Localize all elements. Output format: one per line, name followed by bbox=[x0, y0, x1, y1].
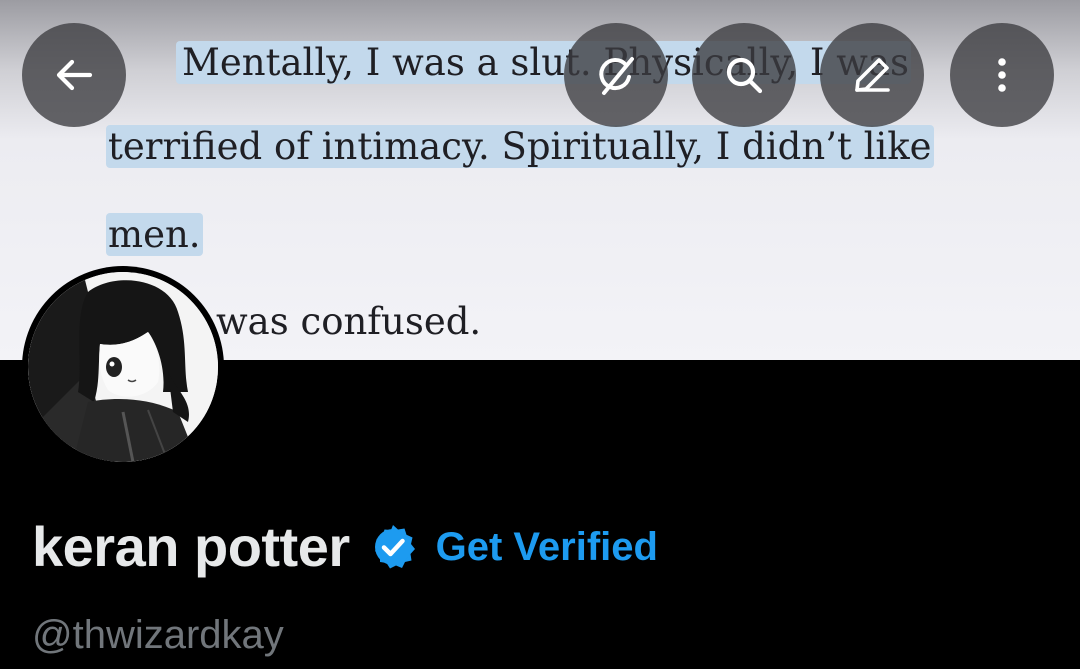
arrow-left-icon bbox=[56, 59, 93, 91]
more-vertical-icon bbox=[998, 58, 1006, 92]
edit-pencil-icon bbox=[855, 58, 890, 92]
avatar-manga-image bbox=[28, 272, 218, 462]
profile-name-row: keran potter Get Verified bbox=[32, 512, 658, 582]
edit-profile-button[interactable] bbox=[820, 23, 924, 127]
grok-button[interactable] bbox=[564, 23, 668, 127]
banner-text-line: terrified of intimacy. Spiritually, I di… bbox=[106, 125, 934, 168]
profile-handle: @thwizardkay bbox=[32, 613, 284, 657]
banner-text-line: was confused. bbox=[216, 300, 482, 343]
more-options-button[interactable] bbox=[950, 23, 1054, 127]
banner-text-line: Mentally, I was a slut. Physically, I wa… bbox=[176, 38, 911, 88]
display-name: keran potter bbox=[32, 515, 350, 578]
verified-badge-icon[interactable] bbox=[368, 522, 418, 572]
search-icon bbox=[726, 57, 763, 94]
banner-text-line: men. bbox=[106, 213, 203, 256]
back-button[interactable] bbox=[22, 23, 126, 127]
search-button[interactable] bbox=[692, 23, 796, 127]
avatar[interactable] bbox=[22, 266, 224, 468]
get-verified-link[interactable]: Get Verified bbox=[436, 512, 658, 582]
grok-icon bbox=[599, 57, 634, 95]
